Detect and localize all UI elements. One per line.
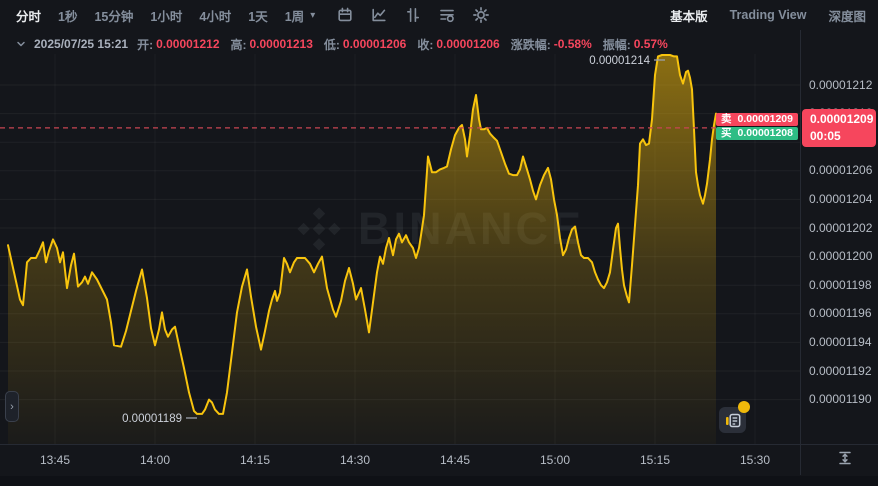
view-mode-tabs: 基本版 Trading View 深度图 [670,6,866,25]
interval-button-6[interactable]: 1周 [285,6,304,25]
time-tick-14:00: 14:00 [129,453,181,467]
interval-calendar-icon[interactable] [337,7,353,23]
chart-tool-icons [337,7,489,23]
ohlc-info-bar: 2025/07/25 15:21 开:0.00001212高:0.0000121… [16,36,668,52]
time-tick-13:45: 13:45 [29,453,81,467]
price-tick-0.00001200: 0.00001200 [809,249,872,263]
time-tick-14:30: 14:30 [329,453,381,467]
price-tick-0.00001198: 0.00001198 [809,278,872,292]
settings-gear-icon[interactable] [473,7,489,23]
last-price-badge: 0.00001209 00:05 [802,109,876,147]
ohlc-item-4: 涨跌幅:-0.58% [511,36,592,53]
interval-selector: 分时 1秒 15分钟 1小时 4小时 1天 1周 [16,6,304,25]
view-tab-2[interactable]: 深度图 [828,6,866,25]
orderbook-panel-icon [725,413,741,428]
interval-button-0[interactable]: 分时 [16,6,41,25]
price-chart-canvas[interactable]: 0.00001214 0.00001189 [0,0,878,486]
ohlc-item-2: 低:0.00001206 [324,36,406,53]
price-tick-0.00001194: 0.00001194 [809,335,872,349]
session-high-annotation: 0.00001214 [589,55,650,67]
price-tick-0.00001196: 0.00001196 [809,306,872,320]
price-scale-fit-icon[interactable] [836,449,854,467]
price-tick-0.00001202: 0.00001202 [809,221,872,235]
time-axis[interactable]: 13:45 14:00 14:15 14:30 14:45 15:00 15:15 15:30 [0,444,878,475]
indicators-icon[interactable] [439,7,455,23]
ask-bid-tags: 卖 0.00001209 买 0.00001208 [716,113,798,141]
interval-button-1[interactable]: 1秒 [58,6,77,25]
ohlc-value: 0.57% [634,37,668,51]
time-tick-14:45: 14:45 [429,453,481,467]
ohlc-label: 开: [137,36,153,53]
session-low-annotation: 0.00001189 [122,413,182,425]
interval-button-3[interactable]: 1小时 [150,6,182,25]
price-tick-0.00001204: 0.00001204 [809,192,872,206]
ohlc-value: -0.58% [554,37,592,51]
orderbook-panel-toggle-button[interactable] [719,407,746,433]
price-tick-0.00001192: 0.00001192 [809,364,872,378]
bottom-edge [0,476,878,486]
ohlc-item-0: 开:0.00001212 [137,36,219,53]
bid-label: 买 [721,127,732,140]
candle-countdown: 00:05 [810,128,876,145]
interval-button-4[interactable]: 4小时 [199,6,231,25]
view-tab-1[interactable]: Trading View [730,8,807,22]
chart-toolbar: 分时 1秒 15分钟 1小时 4小时 1天 1周 ▾ [0,0,878,30]
ask-price: 0.00001209 [738,113,793,126]
panel-expand-button[interactable]: › [5,391,19,422]
ohlc-datetime: 2025/07/25 15:21 [34,37,128,51]
ask-label: 卖 [721,113,732,126]
ohlc-value: 0.00001212 [156,37,219,51]
time-tick-15:00: 15:00 [529,453,581,467]
axis-separator [800,30,801,475]
time-tick-15:15: 15:15 [629,453,681,467]
ohlc-label: 低: [324,36,340,53]
price-tick-0.00001190: 0.00001190 [809,392,872,406]
price-tick-0.00001212: 0.00001212 [809,78,872,92]
interval-button-2[interactable]: 15分钟 [94,6,133,25]
time-tick-15:30: 15:30 [729,453,781,467]
binance-kline-chart-app: 分时 1秒 15分钟 1小时 4小时 1天 1周 ▾ [0,0,878,486]
notification-dot [738,401,750,413]
ohlc-label: 涨跌幅: [511,36,551,53]
ohlc-value: 0.00001206 [343,37,406,51]
last-price-value: 0.00001209 [810,111,876,128]
ohlc-label: 高: [231,36,247,53]
ohlc-value: 0.00001206 [436,37,499,51]
bid-price: 0.00001208 [738,127,793,140]
ohlc-item-1: 高:0.00001213 [231,36,313,53]
candlestick-icon[interactable] [405,7,421,23]
interval-button-5[interactable]: 1天 [248,6,267,25]
ohlc-item-3: 收:0.00001206 [417,36,499,53]
bid-price-tag: 买 0.00001208 [716,127,798,140]
ohlc-item-5: 振幅:0.57% [603,36,668,53]
line-chart-icon[interactable] [371,7,387,23]
more-intervals-caret-icon[interactable]: ▾ [310,10,315,21]
price-axis[interactable]: 0.000012120.000012100.000012080.00001206… [800,0,878,486]
time-tick-14:15: 14:15 [229,453,281,467]
ohlc-label: 振幅: [603,36,631,53]
ohlc-label: 收: [417,36,433,53]
view-tab-0[interactable]: 基本版 [670,6,708,25]
ohlc-values: 开:0.00001212高:0.00001213低:0.00001206收:0.… [137,36,668,53]
chevron-right-icon: › [10,401,14,413]
ask-price-tag: 卖 0.00001209 [716,113,798,126]
price-tick-0.00001206: 0.00001206 [809,163,872,177]
collapse-chevron-icon[interactable] [16,39,26,49]
ohlc-value: 0.00001213 [250,37,313,51]
